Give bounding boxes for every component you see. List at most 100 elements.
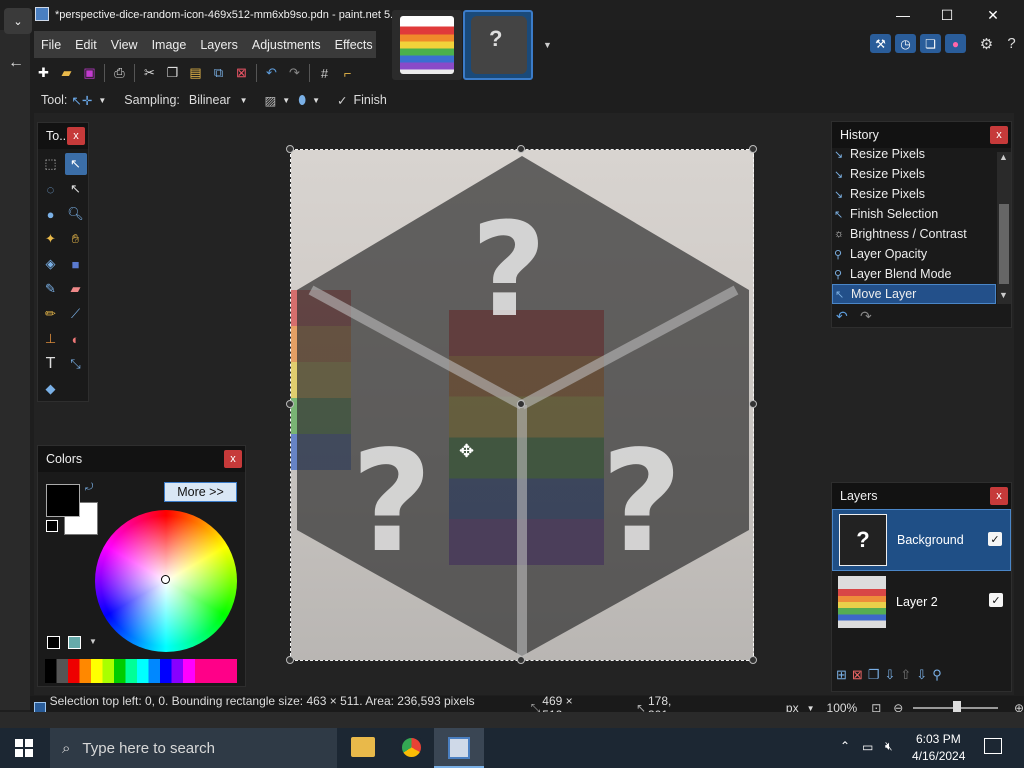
paste-icon[interactable]: ▤	[184, 62, 207, 84]
tools-close-button[interactable]: x	[67, 127, 85, 145]
horizontal-scrollbar[interactable]	[0, 712, 1024, 728]
menu-file[interactable]: File	[34, 38, 68, 52]
print-icon[interactable]: ⎙	[108, 62, 131, 84]
pan-hand-icon[interactable]: ✋︎	[65, 228, 87, 250]
layer-row-background[interactable]: ? Background ✓	[832, 509, 1011, 571]
finish-button[interactable]: Finish	[353, 93, 386, 107]
windows-start-icon[interactable]	[15, 739, 33, 757]
color-palette[interactable]	[45, 659, 237, 683]
delete-layer-icon[interactable]: ⊠	[852, 667, 863, 683]
clock-date[interactable]: 4/16/2024	[912, 749, 965, 763]
sampling-dropdown-icon[interactable]: ▼	[240, 96, 248, 105]
pencil-icon[interactable]: ✏︎	[40, 303, 62, 325]
notifications-icon[interactable]	[984, 738, 1002, 754]
palette-icon[interactable]	[68, 636, 81, 649]
shapes-icon[interactable]: ◆	[40, 378, 62, 400]
chevron-down-icon[interactable]: ⌄	[4, 8, 32, 34]
color-wheel-cursor[interactable]	[161, 575, 170, 584]
scroll-thumb[interactable]	[999, 204, 1009, 284]
tool-dropdown-icon[interactable]: ▼	[98, 96, 106, 105]
copy-icon[interactable]: ❐	[161, 62, 184, 84]
history-item[interactable]: ↘ Resize Pixels	[832, 164, 996, 184]
layer-row-layer-2[interactable]: Layer 2 ✓	[832, 571, 1011, 633]
clock-time[interactable]: 6:03 PM	[916, 732, 961, 746]
tray-chevron-icon[interactable]: ⌃	[840, 739, 850, 753]
handle-bottom-right[interactable]	[749, 656, 757, 664]
sampling-select[interactable]: Bilinear	[189, 93, 231, 107]
redo-icon[interactable]: ↷	[283, 62, 306, 84]
history-undo-icon[interactable]: ↶	[836, 308, 848, 325]
tools-toggle-icon[interactable]: ⚒	[870, 34, 891, 53]
primary-color-swatch[interactable]	[46, 484, 80, 517]
scroll-down-icon[interactable]: ▼	[999, 290, 1008, 300]
more-colors-button[interactable]: More >>	[164, 482, 237, 502]
colors-toggle-icon[interactable]: ●	[945, 34, 966, 53]
handle-bottom[interactable]	[517, 656, 525, 664]
history-item[interactable]: ↘ Resize Pixels	[832, 184, 996, 204]
handle-top[interactable]	[517, 145, 525, 153]
gradient-icon[interactable]: ■	[65, 253, 87, 275]
move-layer-up-icon[interactable]: ⇧	[900, 667, 911, 683]
chrome-icon[interactable]	[399, 735, 424, 760]
image-tab-cake[interactable]	[392, 10, 462, 80]
add-layer-icon[interactable]: ⊞	[836, 667, 847, 683]
menu-layers[interactable]: Layers	[193, 38, 245, 52]
eraser-icon[interactable]: ▰	[65, 278, 87, 300]
open-file-icon[interactable]: ▰	[55, 62, 78, 84]
move-selection-icon[interactable]: ↖	[65, 178, 87, 200]
menu-view[interactable]: View	[104, 38, 145, 52]
menu-adjustments[interactable]: Adjustments	[245, 38, 328, 52]
handle-right[interactable]	[749, 400, 757, 408]
duplicate-layer-icon[interactable]: ❐	[868, 667, 880, 683]
menu-image[interactable]: Image	[145, 38, 194, 52]
move-selected-pixels-icon[interactable]: ↖	[64, 153, 87, 175]
settings-gear-icon[interactable]: ⚙	[976, 34, 997, 53]
taskbar-search[interactable]: ⌕ Type here to search	[50, 728, 337, 768]
handle-bottom-left[interactable]	[286, 656, 294, 664]
file-explorer-icon[interactable]	[351, 737, 375, 757]
crop-icon[interactable]: ⧉	[207, 62, 230, 84]
swap-colors-icon[interactable]: ⤾	[85, 482, 93, 493]
image-tab-dice[interactable]: ?	[463, 10, 533, 80]
help-icon[interactable]: ?	[1001, 34, 1022, 53]
close-button[interactable]: ✕	[970, 0, 1016, 30]
maximize-button[interactable]: ☐	[924, 0, 970, 30]
new-file-icon[interactable]: ✚	[32, 62, 55, 84]
history-item[interactable]: ⚲ Layer Blend Mode	[832, 264, 996, 284]
history-scrollbar[interactable]: ▲ ▼	[997, 152, 1011, 304]
volume-muted-icon[interactable]: 🔇︎	[885, 739, 893, 754]
reset-colors-icon[interactable]	[46, 520, 58, 532]
antialias-dropdown-icon[interactable]: ▼	[282, 96, 290, 105]
move-layer-down-icon[interactable]: ⇩	[916, 667, 927, 683]
palette-dropdown-icon[interactable]: ▼	[89, 637, 97, 646]
history-item[interactable]: ↘ Resize Pixels	[832, 144, 996, 164]
history-item[interactable]: ☼ Brightness / Contrast	[832, 224, 996, 244]
paint-bucket-icon[interactable]: ◈	[40, 253, 62, 275]
ellipse-select-icon[interactable]: ●	[40, 203, 62, 225]
handle-top-left[interactable]	[286, 145, 294, 153]
back-arrow-icon[interactable]: ←	[8, 54, 24, 72]
history-item[interactable]: ↖ Finish Selection	[832, 204, 996, 224]
layers-close-button[interactable]: x	[990, 487, 1008, 505]
text-icon[interactable]: T	[40, 353, 62, 375]
deselect-icon[interactable]: ⊠	[230, 62, 253, 84]
history-item[interactable]: ⚲ Layer Opacity	[832, 244, 996, 264]
antialias-icon[interactable]: ▨	[264, 93, 276, 108]
menu-effects[interactable]: Effects	[328, 38, 380, 52]
paintbrush-icon[interactable]: ✎	[40, 278, 62, 300]
handle-left[interactable]	[286, 400, 294, 408]
zoom-icon[interactable]: 🔍︎	[65, 203, 87, 225]
zoom-slider[interactable]	[913, 701, 998, 715]
grid-icon[interactable]: #	[313, 62, 336, 84]
cut-icon[interactable]: ✂	[138, 62, 161, 84]
color-picker-icon[interactable]: ⟋	[65, 303, 87, 325]
ruler-icon[interactable]: ⌐	[336, 62, 359, 84]
undo-icon[interactable]: ↶	[260, 62, 283, 84]
history-close-button[interactable]: x	[990, 126, 1008, 144]
history-toggle-icon[interactable]: ◷	[895, 34, 916, 53]
scroll-up-icon[interactable]: ▲	[999, 152, 1008, 162]
blend-dropdown-icon[interactable]: ▼	[312, 96, 320, 105]
dropdown-arrow-icon[interactable]: ▼	[543, 40, 552, 50]
color-mode-icon[interactable]	[47, 636, 60, 649]
layer-properties-icon[interactable]: ⚲	[932, 667, 942, 683]
